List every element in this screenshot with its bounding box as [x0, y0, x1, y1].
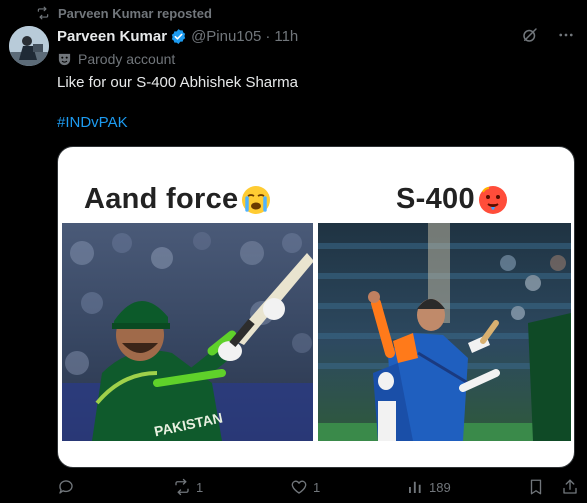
- crying-face-icon: [240, 184, 272, 216]
- hashtag-link[interactable]: #INDvPAK: [57, 114, 128, 131]
- repost-text: Parveen Kumar reposted: [58, 5, 212, 21]
- hot-face-icon: [477, 184, 509, 216]
- header-actions: [521, 26, 575, 44]
- bookmark-icon: [527, 478, 545, 496]
- action-bar: 1 1 189: [57, 478, 587, 500]
- right-caption: S-400: [396, 183, 509, 216]
- heart-icon: [290, 478, 308, 496]
- views-button[interactable]: 189: [406, 478, 451, 496]
- parody-label: Parody account: [57, 50, 175, 68]
- like-count: 1: [313, 479, 321, 495]
- like-button[interactable]: 1: [290, 478, 320, 496]
- avatar[interactable]: [9, 26, 49, 66]
- bookmark-button[interactable]: [527, 478, 545, 496]
- pakistan-batter-photo: PAKISTAN: [62, 223, 313, 441]
- left-caption-text: Aand force: [84, 183, 239, 215]
- tweet-media[interactable]: Aand force S-400 PAKISTAN: [57, 146, 575, 468]
- parody-text: Parody account: [78, 51, 176, 67]
- repost-count: 1: [196, 479, 204, 495]
- repost-indicator[interactable]: Parveen Kumar reposted: [36, 5, 212, 21]
- views-icon: [406, 478, 424, 496]
- author-handle[interactable]: @Pinu105: [191, 28, 261, 45]
- separator-dot: ·: [265, 27, 271, 45]
- right-caption-text: S-400: [396, 183, 475, 215]
- reply-button[interactable]: [57, 478, 80, 496]
- tweet-text: Like for our S-400 Abhishek Sharma: [57, 74, 298, 91]
- verified-badge-icon: [170, 28, 187, 45]
- repost-icon: [173, 478, 191, 496]
- share-icon: [561, 478, 579, 496]
- repost-icon: [36, 6, 50, 20]
- grok-icon[interactable]: [521, 26, 539, 44]
- left-caption: Aand force: [84, 183, 272, 216]
- theater-mask-icon: [57, 52, 72, 67]
- repost-button[interactable]: 1: [173, 478, 203, 496]
- reply-icon: [57, 478, 75, 496]
- share-button[interactable]: [561, 478, 579, 496]
- timestamp[interactable]: 11h: [274, 28, 298, 45]
- india-batters-photo: [318, 223, 571, 441]
- tweet-header: Parveen Kumar @Pinu105 · 11h: [57, 26, 575, 46]
- author-name[interactable]: Parveen Kumar: [57, 28, 167, 45]
- more-options-icon[interactable]: [557, 26, 575, 44]
- views-count: 189: [429, 479, 451, 495]
